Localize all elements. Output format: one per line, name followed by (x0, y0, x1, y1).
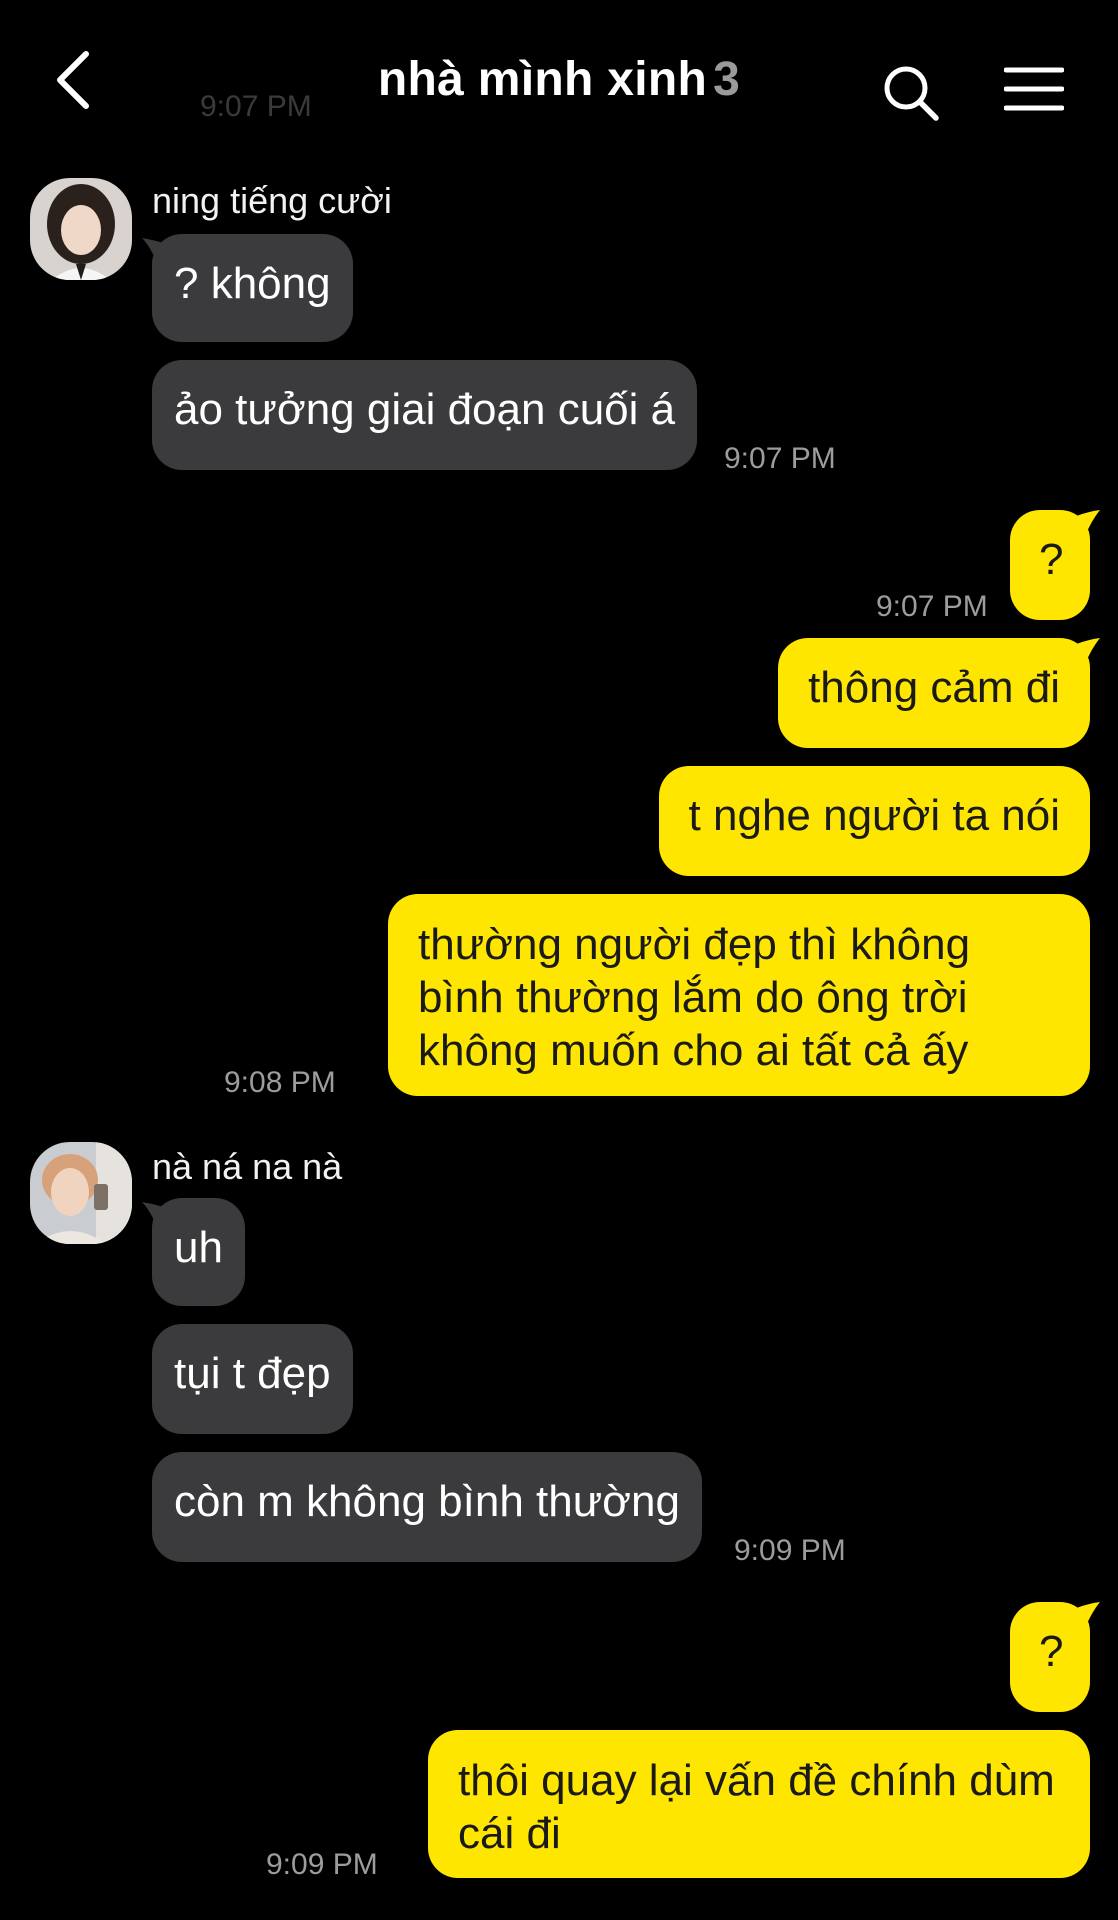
avatar-na-image (30, 1142, 132, 1244)
message-bubble[interactable]: ảo tưởng giai đoạn cuối á (152, 360, 698, 470)
avatar-ning-image (30, 178, 132, 280)
chat-header: 9:07 PM nhà mình xinh 3 (0, 0, 1118, 170)
hamburger-menu-icon (1003, 67, 1065, 111)
message-bubble[interactable]: tụi t đẹp (152, 1324, 353, 1434)
sender-name: ning tiếng cười (152, 180, 392, 221)
avatar-ning[interactable] (30, 178, 132, 280)
chat-title[interactable]: nhà mình xinh 3 (0, 52, 1118, 107)
message-time: 9:08 PM (224, 1066, 336, 1099)
message-bubble[interactable]: ? (1010, 1602, 1090, 1712)
message-bubble[interactable]: ? không (152, 234, 353, 342)
message-bubble[interactable]: t nghe người ta nói (658, 766, 1090, 876)
message-time: 9:07 PM (876, 590, 988, 623)
message-time: 9:09 PM (266, 1848, 378, 1881)
chat-title-text: nhà mình xinh (377, 53, 708, 106)
message-bubble[interactable]: uh (152, 1198, 245, 1306)
menu-button[interactable] (1003, 66, 1065, 112)
message-time: 9:09 PM (734, 1534, 846, 1567)
message-bubble[interactable]: thôi quay lại vấn đề chính dùm cái đi (428, 1730, 1090, 1878)
message-time: 9:07 PM (724, 442, 836, 475)
search-button[interactable] (880, 62, 942, 124)
member-count: 3 (713, 53, 741, 106)
sender-name: nà ná na nà (152, 1146, 343, 1187)
message-bubble[interactable]: thông cảm đi (778, 638, 1090, 748)
message-bubble[interactable]: thường người đẹp thì không bình thường l… (388, 894, 1090, 1096)
message-bubble[interactable]: còn m không bình thường (152, 1452, 702, 1562)
message-bubble[interactable]: ? (1010, 510, 1090, 620)
avatar-na[interactable] (30, 1142, 132, 1244)
search-icon (884, 66, 939, 121)
